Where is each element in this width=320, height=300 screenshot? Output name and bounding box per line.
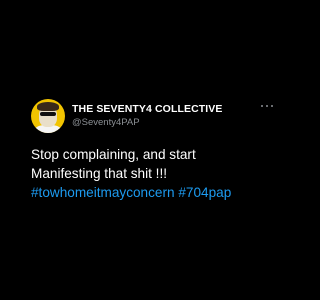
more-dot xyxy=(271,105,273,107)
avatar[interactable] xyxy=(31,99,65,133)
hashtag-link[interactable]: #towhomeitmayconcern xyxy=(31,185,175,200)
tweet-text: Stop complaining, and start Manifesting … xyxy=(31,145,271,202)
avatar-hair xyxy=(37,102,59,111)
user-handle[interactable]: @Seventy4PAP xyxy=(72,117,223,129)
author-info: THE SEVENTY4 COLLECTIVE @Seventy4PAP xyxy=(72,103,223,129)
more-dot xyxy=(261,105,263,107)
tweet-hashtags: #towhomeitmayconcern #704pap xyxy=(31,183,271,202)
more-options-icon[interactable] xyxy=(261,103,273,109)
more-dot xyxy=(266,105,268,107)
avatar-sunglasses xyxy=(40,112,56,116)
display-name[interactable]: THE SEVENTY4 COLLECTIVE xyxy=(72,103,223,116)
tweet-header: THE SEVENTY4 COLLECTIVE @Seventy4PAP xyxy=(31,96,273,136)
tweet-card: THE SEVENTY4 COLLECTIVE @Seventy4PAP Sto… xyxy=(31,96,273,202)
tweet-text-line-2: Manifesting that shit !!! xyxy=(31,166,168,181)
hashtag-link[interactable]: #704pap xyxy=(178,185,231,200)
tweet-text-line-1: Stop complaining, and start xyxy=(31,147,196,162)
